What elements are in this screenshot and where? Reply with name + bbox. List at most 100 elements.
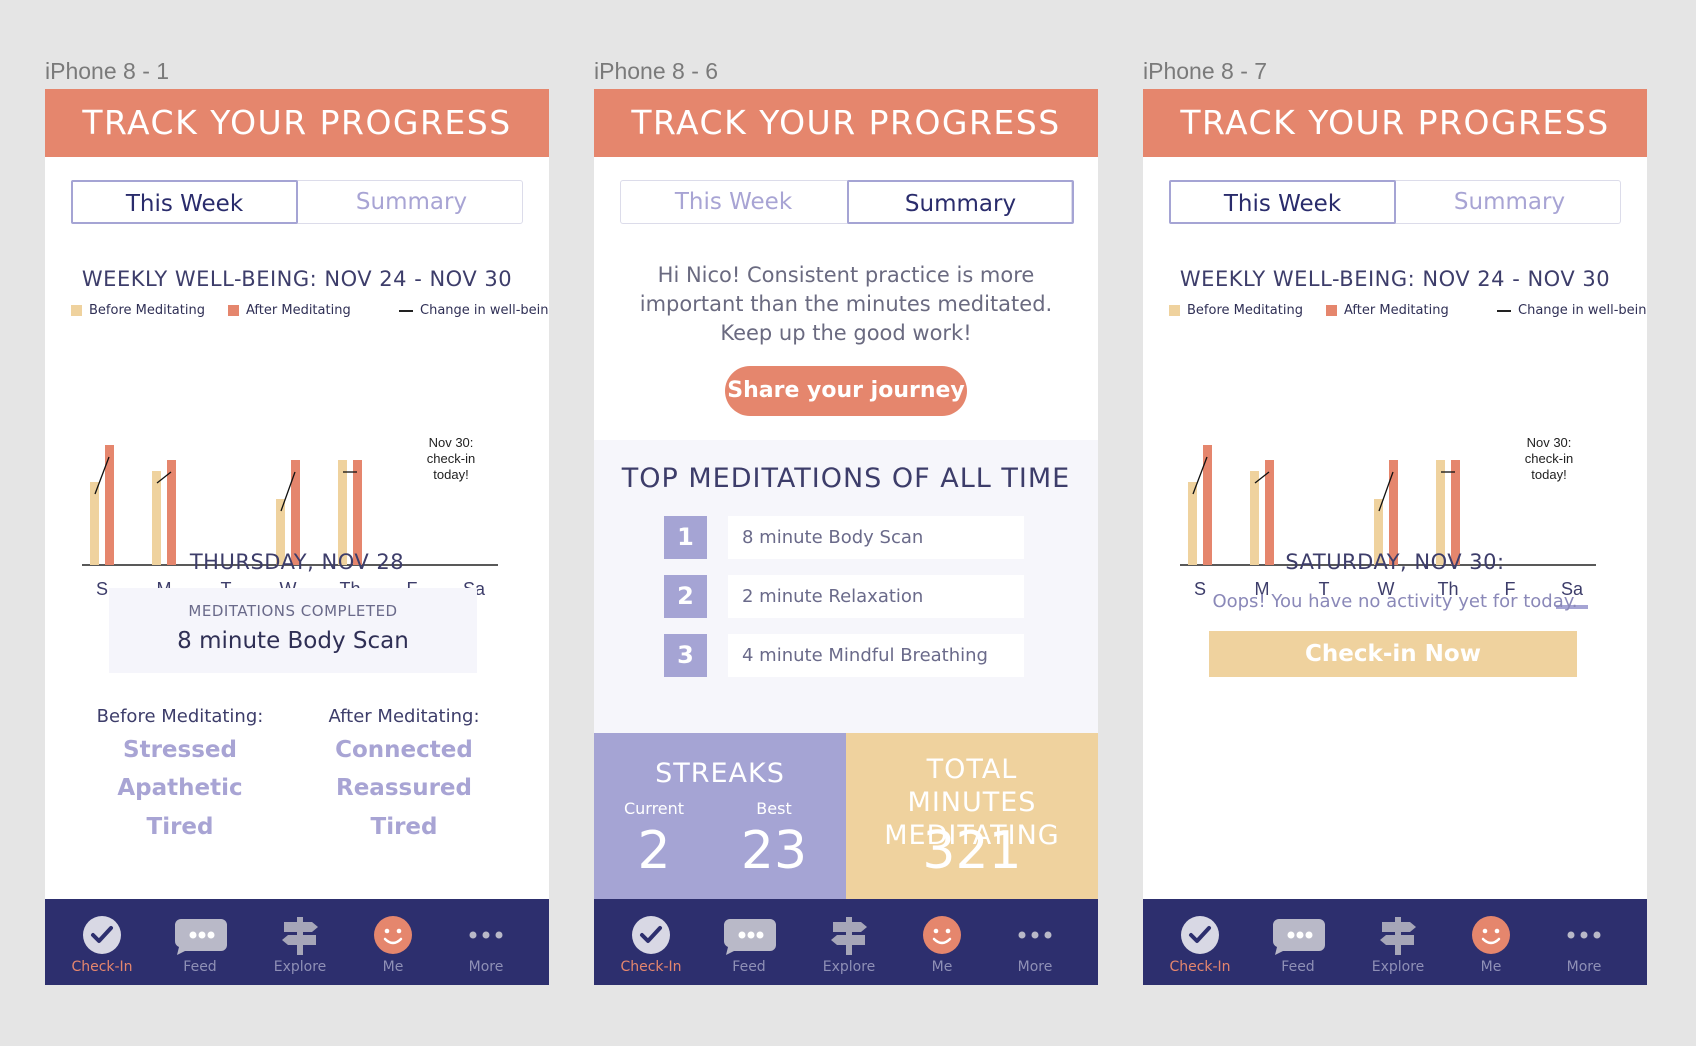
- legend-label: Change in well-being: [420, 303, 549, 318]
- nav-label: Me: [1480, 959, 1502, 975]
- legend-swatch-before: [71, 305, 82, 316]
- more-dots-icon: [1564, 915, 1604, 955]
- no-activity-message: Oops! You have no activity yet for today…: [1212, 591, 1578, 612]
- completed-card: MEDITATIONS COMPLETED 8 minute Body Scan: [109, 588, 477, 673]
- after-mood: Connected: [335, 737, 473, 763]
- chart-legend: Before Meditating After Meditating Chang…: [1169, 303, 1647, 321]
- more-dots-icon: [1015, 915, 1055, 955]
- rank-badge: 1: [664, 516, 707, 559]
- tab-summary[interactable]: Summary: [298, 180, 525, 224]
- page-title: TRACK YOUR PROGRESS: [45, 89, 549, 157]
- smiley-icon: [922, 915, 962, 955]
- nav-label: Explore: [273, 959, 327, 975]
- phone-screen-this-week: TRACK YOUR PROGRESS This Week Summary WE…: [45, 89, 549, 985]
- phone-screen-today: TRACK YOUR PROGRESS This Week Summary WE…: [1143, 89, 1647, 985]
- bottom-nav: Check-In Feed Explore Me More: [594, 899, 1098, 985]
- legend-label: Before Meditating: [1187, 303, 1303, 318]
- best-streak-value: 23: [740, 821, 808, 881]
- nav-label: Feed: [732, 959, 766, 975]
- nav-item-me[interactable]: Me: [897, 899, 987, 985]
- nav-item-explore[interactable]: Explore: [804, 899, 894, 985]
- nav-item-feed[interactable]: Feed: [704, 899, 794, 985]
- check-icon: [1180, 915, 1220, 955]
- smiley-icon: [1471, 915, 1511, 955]
- after-mood: Tired: [370, 814, 438, 840]
- after-mood: Reassured: [336, 775, 472, 801]
- completed-value: 8 minute Body Scan: [177, 628, 409, 654]
- checkin-note: Nov 30: check-in today!: [1525, 435, 1573, 482]
- best-label: Best: [756, 799, 792, 818]
- nav-item-check-in[interactable]: Check-In: [1155, 899, 1245, 985]
- legend-swatch-before: [1169, 305, 1180, 316]
- smiley-icon: [373, 915, 413, 955]
- legend-label: After Meditating: [1344, 303, 1449, 318]
- nav-label: More: [1017, 959, 1053, 975]
- bottom-nav: Check-In Feed Explore Me More: [1143, 899, 1647, 985]
- tab-this-week[interactable]: This Week: [620, 180, 847, 224]
- nav-item-feed[interactable]: Feed: [155, 899, 245, 985]
- before-label: Before Meditating:: [96, 706, 264, 727]
- nav-item-more[interactable]: More: [990, 899, 1080, 985]
- nav-item-feed[interactable]: Feed: [1253, 899, 1343, 985]
- nav-item-explore[interactable]: Explore: [255, 899, 345, 985]
- segmented-control: This Week Summary: [1169, 180, 1621, 224]
- chat-bubble-icon: [722, 915, 776, 955]
- tab-this-week[interactable]: This Week: [71, 180, 298, 224]
- total-minutes-card: TOTAL MINUTES MEDITATING 321: [846, 733, 1098, 899]
- share-journey-button[interactable]: Share your journey: [725, 366, 967, 416]
- legend-swatch-change: [1497, 309, 1511, 312]
- nav-item-check-in[interactable]: Check-In: [57, 899, 147, 985]
- top-meditation-item[interactable]: 4 minute Mindful Breathing: [728, 634, 1024, 677]
- nav-item-explore[interactable]: Explore: [1353, 899, 1443, 985]
- completed-label: MEDITATIONS COMPLETED: [188, 602, 398, 620]
- nav-item-more[interactable]: More: [1539, 899, 1629, 985]
- signpost-icon: [1378, 915, 1418, 955]
- day-title: THURSDAY, NOV 28: [189, 550, 405, 574]
- nav-item-me[interactable]: Me: [348, 899, 438, 985]
- page-title: TRACK YOUR PROGRESS: [594, 89, 1098, 157]
- nav-item-me[interactable]: Me: [1446, 899, 1536, 985]
- checkin-note: Nov 30: check-in today!: [427, 435, 475, 482]
- top-meditations-panel: TOP MEDITATIONS OF ALL TIME 1 8 minute Bo…: [594, 440, 1098, 733]
- signpost-icon: [829, 915, 869, 955]
- legend-label: After Meditating: [246, 303, 351, 318]
- top-meditations-title: TOP MEDITATIONS OF ALL TIME: [621, 463, 1071, 494]
- check-in-now-button[interactable]: Check-in Now: [1209, 631, 1577, 677]
- current-label: Current: [623, 799, 685, 818]
- check-icon: [631, 915, 671, 955]
- tab-summary[interactable]: Summary: [847, 180, 1074, 224]
- nav-label: Me: [931, 959, 953, 975]
- more-dots-icon: [466, 915, 506, 955]
- nav-label: Check-In: [620, 959, 682, 975]
- tab-summary[interactable]: Summary: [1396, 180, 1623, 224]
- streaks-card: STREAKS Current Best 2 23: [594, 733, 846, 899]
- legend-label: Before Meditating: [89, 303, 205, 318]
- nav-label: Check-In: [71, 959, 133, 975]
- chat-bubble-icon: [1271, 915, 1325, 955]
- before-mood: Tired: [146, 814, 214, 840]
- segmented-control: This Week Summary: [620, 180, 1074, 224]
- legend-label: Change in well-being: [1518, 303, 1647, 318]
- x-tick-label[interactable]: S: [96, 579, 108, 599]
- nav-label: Me: [382, 959, 404, 975]
- total-minutes-value: 321: [922, 821, 1022, 881]
- after-label: After Meditating:: [328, 706, 480, 727]
- top-meditation-item[interactable]: 2 minute Relaxation: [728, 575, 1024, 618]
- encouragement-message: Hi Nico! Consistent practice is more imp…: [639, 263, 1053, 345]
- tab-this-week[interactable]: This Week: [1169, 180, 1396, 224]
- day-title: SATURDAY, NOV 30:: [1285, 550, 1505, 574]
- frame-label: iPhone 8 - 6: [594, 58, 719, 84]
- legend-swatch-after: [1326, 305, 1337, 316]
- before-mood: Apathetic: [117, 775, 243, 801]
- nav-label: Feed: [1281, 959, 1315, 975]
- top-meditation-item[interactable]: 8 minute Body Scan: [728, 516, 1024, 559]
- nav-item-more[interactable]: More: [441, 899, 531, 985]
- nav-label: Feed: [183, 959, 217, 975]
- nav-item-check-in[interactable]: Check-In: [606, 899, 696, 985]
- rank-badge: 3: [664, 634, 707, 677]
- page-title: TRACK YOUR PROGRESS: [1143, 89, 1647, 157]
- check-icon: [82, 915, 122, 955]
- bottom-nav: Check-In Feed Explore Me More: [45, 899, 549, 985]
- legend-swatch-after: [228, 305, 239, 316]
- chart-title: WEEKLY WELL-BEING: NOV 24 - NOV 30: [81, 267, 513, 291]
